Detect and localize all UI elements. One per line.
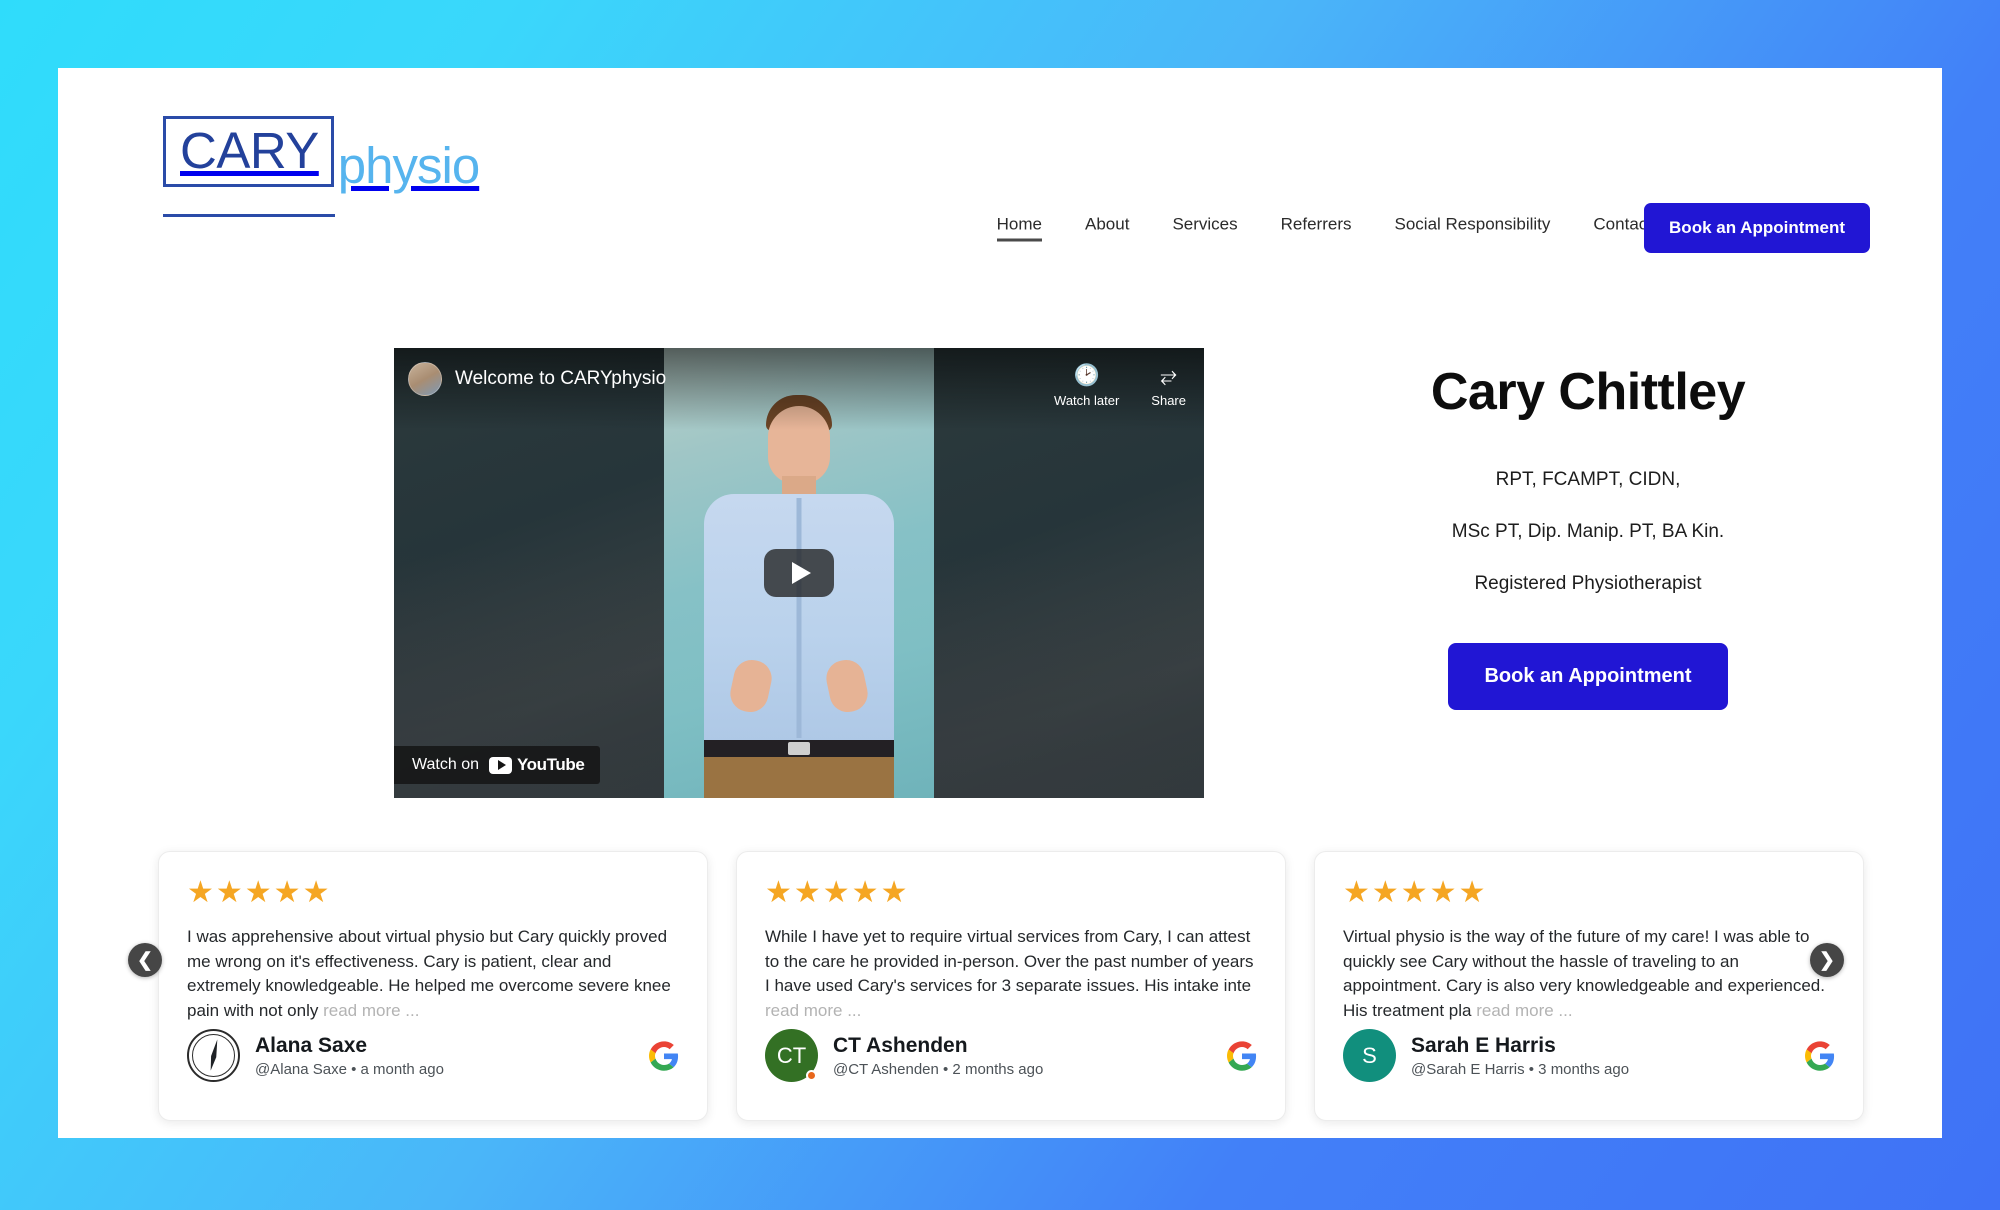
review-text: Virtual physio is the way of the future … <box>1343 925 1835 1024</box>
watch-on-label: Watch on <box>412 756 479 773</box>
nav-item-services[interactable]: Services <box>1172 215 1237 242</box>
main-navigation: Home About Services Referrers Social Res… <box>996 215 1652 242</box>
review-author: CT CT Ashenden @CT Ashenden • 2 months a… <box>765 1029 1257 1082</box>
site-logo[interactable]: CARY physio <box>163 116 480 191</box>
reviews-carousel: ❮ ★★★★★ I was apprehensive about virtual… <box>58 823 1942 1121</box>
author-name: Alana Saxe <box>255 1033 368 1057</box>
presenter-head <box>768 406 830 484</box>
rating-stars: ★★★★★ <box>765 876 910 909</box>
rating-stars: ★★★★★ <box>1343 876 1488 909</box>
review-author: S Sarah E Harris @Sarah E Harris • 3 mon… <box>1343 1029 1835 1082</box>
page-title: Cary Chittley <box>1430 363 1746 421</box>
channel-avatar-icon <box>408 362 442 396</box>
avatar: CT <box>765 1029 818 1082</box>
review-text: I was apprehensive about virtual physio … <box>187 925 679 1024</box>
chevron-left-icon: ❮ <box>137 949 153 971</box>
camp-logo-icon <box>197 1039 231 1073</box>
credential-line-1: RPT, FCAMPT, CIDN, <box>1495 469 1681 491</box>
share-button[interactable]: ⥂ Share <box>1151 364 1186 408</box>
header-book-appointment-button[interactable]: Book an Appointment <box>1644 203 1870 253</box>
review-card[interactable]: ★★★★★ I was apprehensive about virtual p… <box>158 851 708 1121</box>
review-card[interactable]: ★★★★★ Virtual physio is the way of the f… <box>1314 851 1864 1121</box>
carousel-next-button[interactable]: ❯ <box>1810 943 1844 977</box>
review-body: While I have yet to require virtual serv… <box>765 927 1254 996</box>
watch-later-label: Watch later <box>1054 393 1120 408</box>
youtube-logo: YouTube <box>489 755 585 775</box>
nav-item-about[interactable]: About <box>1085 215 1129 242</box>
read-more-link[interactable]: read more ... <box>323 1001 419 1020</box>
youtube-wordmark: YouTube <box>517 755 585 774</box>
reviews-track: ★★★★★ I was apprehensive about virtual p… <box>158 851 1864 1121</box>
clock-icon: 🕑 <box>1073 364 1100 387</box>
presenter-shirt-placket <box>796 498 802 738</box>
verified-badge-icon <box>806 1070 817 1081</box>
nav-item-social-responsibility[interactable]: Social Responsibility <box>1395 215 1551 242</box>
review-body: Virtual physio is the way of the future … <box>1343 927 1825 1020</box>
video-player[interactable]: Welcome to CARYphysio 🕑 Watch later ⥂ Sh… <box>394 348 1204 798</box>
video-letterbox-left <box>394 348 664 798</box>
chevron-right-icon: ❯ <box>1819 949 1835 971</box>
video-letterbox-right <box>934 348 1204 798</box>
youtube-play-icon <box>489 756 512 774</box>
site-header: CARY physio Home About Services Referrer… <box>58 68 1942 268</box>
hero-book-appointment-button[interactable]: Book an Appointment <box>1448 643 1728 711</box>
read-more-link[interactable]: read more ... <box>765 1001 861 1020</box>
read-more-link[interactable]: read more ... <box>1476 1001 1572 1020</box>
google-icon <box>1227 1040 1257 1071</box>
watch-later-button[interactable]: 🕑 Watch later <box>1054 364 1119 408</box>
author-handle: @Alana Saxe • a month ago <box>255 1060 444 1078</box>
author-meta: Alana Saxe @Alana Saxe • a month ago <box>255 1034 444 1078</box>
logo-text-primary: CARY <box>180 122 319 179</box>
avatar-initials: CT <box>776 1042 807 1068</box>
google-icon <box>1805 1040 1835 1071</box>
share-label: Share <box>1151 393 1186 408</box>
author-name: Sarah E Harris <box>1411 1033 1556 1057</box>
review-text: While I have yet to require virtual serv… <box>765 925 1257 1024</box>
author-handle: @Sarah E Harris • 3 months ago <box>1411 1060 1630 1078</box>
avatar <box>187 1029 240 1082</box>
author-name: CT Ashenden <box>833 1033 968 1057</box>
carousel-prev-button[interactable]: ❮ <box>128 943 162 977</box>
credential-line-2: MSc PT, Dip. Manip. PT, BA Kin. <box>1451 521 1725 543</box>
review-card[interactable]: ★★★★★ While I have yet to require virtua… <box>736 851 1286 1121</box>
nav-item-home[interactable]: Home <box>996 215 1043 242</box>
author-meta: Sarah E Harris @Sarah E Harris • 3 month… <box>1411 1034 1629 1078</box>
author-handle: @CT Ashenden • 2 months ago <box>833 1060 1044 1078</box>
google-icon <box>649 1040 679 1071</box>
rating-stars: ★★★★★ <box>187 876 332 909</box>
review-author: Alana Saxe @Alana Saxe • a month ago <box>187 1029 679 1082</box>
presenter-trousers <box>704 756 894 798</box>
play-icon <box>791 562 811 584</box>
presenter-belt-buckle <box>788 742 810 755</box>
play-button[interactable] <box>764 549 834 597</box>
hero-info: Cary Chittley RPT, FCAMPT, CIDN, MSc PT,… <box>1278 363 1898 711</box>
hero-section: Welcome to CARYphysio 🕑 Watch later ⥂ Sh… <box>58 268 1942 808</box>
logo-box: CARY <box>163 116 334 187</box>
avatar: S <box>1343 1029 1396 1082</box>
video-title-row: Welcome to CARYphysio <box>408 362 666 396</box>
credential-line-3: Registered Physiotherapist <box>1474 573 1702 595</box>
watch-on-youtube-button[interactable]: Watch on YouTube <box>394 746 601 784</box>
video-actions: 🕑 Watch later ⥂ Share <box>1054 364 1186 408</box>
review-body: I was apprehensive about virtual physio … <box>187 927 671 1020</box>
logo-underline <box>163 214 335 217</box>
share-arrow-icon: ⥂ <box>1160 364 1178 387</box>
logo-text-secondary: physio <box>337 137 480 194</box>
nav-item-referrers[interactable]: Referrers <box>1281 215 1352 242</box>
avatar-initials: S <box>1362 1042 1377 1068</box>
author-meta: CT Ashenden @CT Ashenden • 2 months ago <box>833 1034 1043 1078</box>
page-panel: CARY physio Home About Services Referrer… <box>58 68 1942 1138</box>
video-title: Welcome to CARYphysio <box>455 368 667 389</box>
